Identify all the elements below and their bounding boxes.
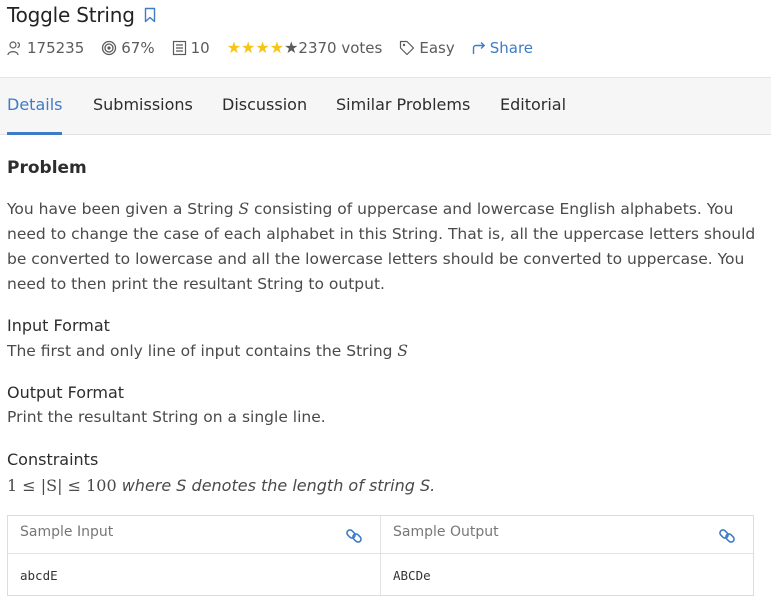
bookmark-icon[interactable] xyxy=(144,7,156,23)
output-format-text: Print the resultant String on a single l… xyxy=(7,408,326,426)
votes: 2370 votes xyxy=(298,38,383,57)
input-format-text: The first and only line of input contain… xyxy=(7,339,763,364)
target-icon xyxy=(102,40,117,55)
list-icon xyxy=(172,40,186,55)
users-icon xyxy=(7,40,20,55)
sample-output-label: Sample Output xyxy=(393,524,499,540)
star-rating-icon: ★★★★★ xyxy=(226,38,299,57)
sample-output-value: ABCDe xyxy=(393,568,431,583)
sample-input-header: Sample Input xyxy=(8,516,380,554)
problem-heading: Problem xyxy=(7,158,87,178)
constraints-text: 1 ≤ |S| ≤ 100 where S denotes the length… xyxy=(7,473,763,498)
sample-table: Sample Input Sample Output abcdE ABCDe xyxy=(7,515,754,596)
variable-s: S xyxy=(397,342,409,360)
problem-title: Toggle String xyxy=(7,3,135,27)
problem-description: You have been given a String S consistin… xyxy=(7,197,763,297)
problem-meta: 175235 67% 10 ★★★★★ 2370 votes Easy Shar… xyxy=(7,38,533,57)
count-stat: 10 xyxy=(172,39,210,57)
rating[interactable]: ★★★★★ 2370 votes xyxy=(227,38,383,57)
sample-input-value: abcdE xyxy=(20,568,58,583)
link-icon[interactable] xyxy=(718,527,736,545)
output-format-title: Output Format xyxy=(7,383,125,402)
tab-similar-problems[interactable]: Similar Problems xyxy=(336,78,470,135)
constraint-desc: where S denotes the length of string S. xyxy=(116,476,436,495)
share-button[interactable]: Share xyxy=(472,39,533,57)
link-icon[interactable] xyxy=(345,527,363,545)
tab-editorial[interactable]: Editorial xyxy=(500,78,566,135)
tab-submissions[interactable]: Submissions xyxy=(93,78,193,135)
description-part: You have been given a String xyxy=(7,200,239,218)
constraint-math: 1 ≤ |S| ≤ 100 xyxy=(7,476,117,495)
tag-icon xyxy=(400,40,415,55)
tab-discussion[interactable]: Discussion xyxy=(222,78,307,135)
difficulty: Easy xyxy=(419,38,455,57)
difficulty-tag: Easy xyxy=(399,38,455,57)
constraints-title: Constraints xyxy=(7,450,99,469)
share-icon xyxy=(472,41,485,54)
variable-s: S xyxy=(238,200,250,218)
title-row: Toggle String xyxy=(7,3,156,27)
share-label: Share xyxy=(489,38,534,57)
sample-output-header: Sample Output xyxy=(381,516,753,554)
tab-bar: Details Submissions Discussion Similar P… xyxy=(0,77,771,135)
count-value: 10 xyxy=(190,38,210,57)
success-rate: 67% xyxy=(121,38,155,57)
submissions-count: 175235 xyxy=(27,38,85,57)
sample-input-label: Sample Input xyxy=(20,524,114,540)
tab-details[interactable]: Details xyxy=(7,78,63,135)
submissions-stat: 175235 xyxy=(7,39,84,57)
success-rate-stat: 67% xyxy=(101,38,155,57)
input-format-title: Input Format xyxy=(7,316,110,335)
table-divider xyxy=(380,516,381,595)
input-format-desc: The first and only line of input contain… xyxy=(7,342,398,360)
